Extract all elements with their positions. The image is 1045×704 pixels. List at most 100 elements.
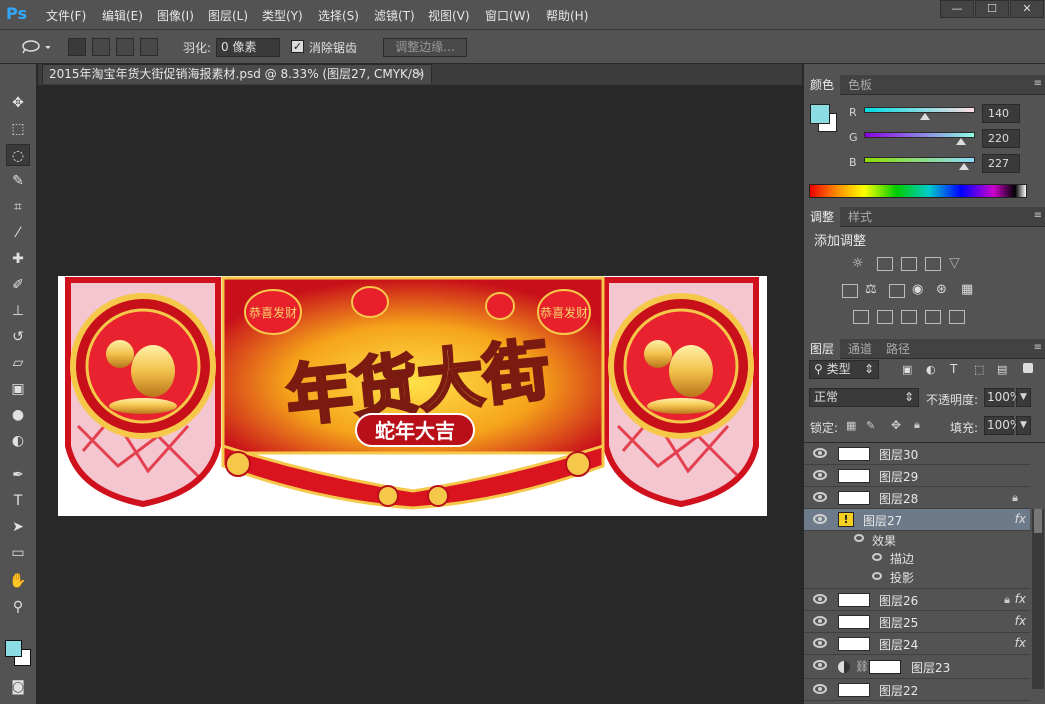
visibility-eye-icon[interactable] (813, 492, 827, 502)
marquee-tool-icon[interactable]: ⬚ (6, 118, 30, 140)
pen-tool-icon[interactable]: ✒ (6, 464, 30, 486)
hue-saturation-icon[interactable] (842, 284, 858, 298)
layer-row-selected[interactable]: ! 图层27 fx (804, 509, 1030, 531)
eyedropper-tool-icon[interactable]: ⁄ (6, 222, 30, 244)
filter-type-icon[interactable]: T (950, 362, 957, 376)
close-tab-icon[interactable]: × (415, 65, 425, 84)
layers-scrollbar[interactable] (1032, 509, 1044, 689)
maximize-button[interactable]: ☐ (975, 0, 1009, 18)
new-selection-button[interactable] (68, 38, 86, 56)
tab-channels[interactable]: 通道 (842, 339, 878, 359)
visibility-eye-icon[interactable] (813, 616, 827, 626)
layer-fx-icon[interactable]: fx (1015, 636, 1026, 650)
visibility-eye-icon[interactable] (813, 470, 827, 480)
gradient-tool-icon[interactable]: ▣ (6, 378, 30, 400)
layer-fx-icon[interactable]: fx (1015, 614, 1026, 628)
fill-input[interactable]: 100% (984, 416, 1021, 435)
filter-pixel-icon[interactable]: ▣ (902, 363, 912, 376)
eraser-tool-icon[interactable]: ▱ (6, 352, 30, 374)
blur-tool-icon[interactable]: ● (6, 404, 30, 426)
quick-mask-icon[interactable]: ◙ (6, 676, 30, 698)
layer-fx-icon[interactable]: fx (1015, 592, 1026, 606)
move-tool-icon[interactable]: ✥ (6, 92, 30, 114)
color-lookup-icon[interactable]: ▦ (961, 282, 973, 297)
layer-filter-select[interactable]: ⚲ 类型 ⇕ (809, 360, 879, 379)
opacity-input[interactable]: 100% (984, 388, 1021, 407)
crop-tool-icon[interactable]: ⌗ (6, 196, 30, 218)
b-slider-handle[interactable] (959, 163, 969, 170)
filter-smart-icon[interactable]: ▤ (997, 363, 1007, 376)
stroke-eye-icon[interactable] (872, 553, 882, 561)
layer-row[interactable]: 图层29 (804, 465, 1030, 487)
curves-icon[interactable] (901, 257, 917, 271)
levels-icon[interactable] (877, 257, 893, 271)
adjust-panel-menu-icon[interactable]: ≡ (1034, 210, 1042, 221)
path-select-tool-icon[interactable]: ➤ (6, 516, 30, 538)
intersect-selection-button[interactable] (140, 38, 158, 56)
document-tab[interactable]: 2015年淘宝年货大街促销海报素材.psd @ 8.33% (图层27, CMY… (42, 64, 432, 84)
tab-color[interactable]: 颜色 (804, 75, 841, 95)
menu-view[interactable]: 视图(V) (428, 7, 470, 24)
color-balance-icon[interactable]: ⚖ (865, 282, 877, 297)
brush-tool-icon[interactable]: ✐ (6, 274, 30, 296)
vibrance-icon[interactable]: ▽ (949, 255, 960, 271)
visibility-eye-icon[interactable] (813, 448, 827, 458)
black-white-icon[interactable] (889, 284, 905, 298)
quick-select-tool-icon[interactable]: ✎ (6, 170, 30, 192)
visibility-eye-icon[interactable] (813, 514, 827, 524)
menu-help[interactable]: 帮助(H) (546, 7, 588, 24)
effect-shadow-label[interactable]: 投影 (890, 569, 914, 586)
layer-row[interactable]: 图层30 (804, 443, 1030, 465)
layer-row[interactable]: 图层28 🔒︎ (804, 487, 1030, 509)
lock-all-icon[interactable]: 🔒︎ (914, 418, 920, 432)
threshold-icon[interactable] (901, 310, 917, 324)
add-selection-button[interactable] (92, 38, 110, 56)
layer-fx-icon[interactable]: fx (1015, 512, 1026, 526)
antialias-checkbox[interactable]: ✓ (291, 40, 304, 53)
menu-image[interactable]: 图像(I) (157, 7, 194, 24)
minimize-button[interactable]: — (940, 0, 974, 18)
scrollbar-thumb[interactable] (1034, 509, 1042, 533)
layer-row[interactable]: 图层26 🔒︎ fx (804, 589, 1030, 611)
tab-styles[interactable]: 样式 (842, 207, 878, 227)
zoom-tool-icon[interactable]: ⚲ (6, 596, 30, 618)
posterize-icon[interactable] (877, 310, 893, 324)
menu-select[interactable]: 选择(S) (318, 7, 359, 24)
poster-artwork[interactable]: 恭喜发财 恭喜发财 年货大街 蛇年大吉 (58, 276, 767, 516)
visibility-eye-icon[interactable] (813, 638, 827, 648)
effects-eye-icon[interactable] (854, 534, 864, 542)
lock-position-icon[interactable]: ✥ (891, 418, 901, 432)
history-brush-icon[interactable]: ↺ (6, 326, 30, 348)
layer-row[interactable]: 图层25 fx (804, 611, 1030, 633)
channel-mixer-icon[interactable]: ⊛ (936, 282, 947, 297)
blend-mode-select[interactable]: 正常 ⇕ (809, 388, 919, 407)
opacity-dropdown-icon[interactable]: ▼ (1016, 388, 1031, 407)
visibility-eye-icon[interactable] (813, 684, 827, 694)
menu-edit[interactable]: 编辑(E) (102, 7, 143, 24)
type-tool-icon[interactable]: T (6, 490, 30, 512)
lasso-tool-icon[interactable]: ◌ (6, 144, 30, 166)
tab-paths[interactable]: 路径 (880, 339, 916, 359)
g-value-input[interactable]: 220 (982, 129, 1020, 148)
visibility-eye-icon[interactable] (813, 594, 827, 604)
tab-adjustments[interactable]: 调整 (804, 207, 841, 227)
healing-tool-icon[interactable]: ✚ (6, 248, 30, 270)
layer-row[interactable]: ⛓ 图层23 (804, 655, 1030, 679)
selective-color-icon[interactable] (925, 310, 941, 324)
hand-tool-icon[interactable]: ✋ (6, 570, 30, 592)
r-value-input[interactable]: 140 (982, 104, 1020, 123)
color-spectrum-bar[interactable] (809, 184, 1027, 198)
close-button[interactable]: ✕ (1010, 0, 1044, 18)
tab-layers[interactable]: 图层 (804, 339, 841, 359)
gradient-map-icon[interactable] (949, 310, 965, 324)
lock-transparency-icon[interactable]: ▦ (846, 419, 856, 432)
brightness-icon[interactable]: ☼ (852, 256, 864, 271)
menu-type[interactable]: 类型(Y) (262, 7, 303, 24)
r-slider-handle[interactable] (920, 113, 930, 120)
layer-row[interactable]: 图层22 (804, 679, 1030, 701)
menu-layer[interactable]: 图层(L) (208, 7, 248, 24)
filter-toggle-icon[interactable] (1023, 363, 1033, 373)
lock-pixels-icon[interactable]: ✎ (866, 419, 875, 432)
panel-menu-icon[interactable]: ≡ (1034, 78, 1042, 89)
photo-filter-icon[interactable]: ◉ (912, 282, 923, 297)
